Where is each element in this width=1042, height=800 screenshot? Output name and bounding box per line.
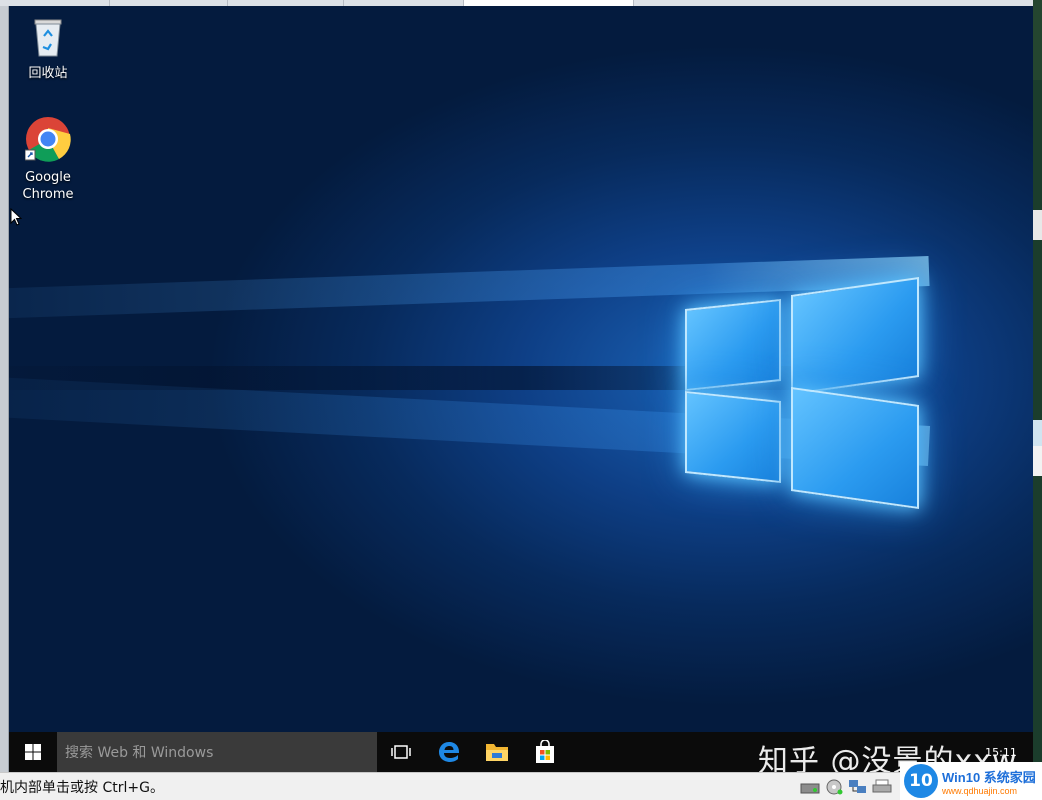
search-placeholder: 搜索 Web 和 Windows	[65, 745, 214, 761]
printer-icon[interactable]	[872, 779, 892, 795]
desktop-icon-chrome[interactable]: Google Chrome	[9, 116, 87, 203]
desktop-icon-label: Google Chrome	[22, 170, 74, 202]
recycle-bin-icon	[9, 14, 87, 63]
status-device-icons	[800, 779, 892, 795]
hard-disk-icon[interactable]	[800, 779, 820, 795]
windows-start-icon	[25, 744, 41, 760]
windows-logo-pane	[685, 390, 781, 484]
windows-logo-pane	[685, 298, 781, 392]
taskbar-search-box[interactable]: 搜索 Web 和 Windows	[57, 732, 377, 772]
windows-logo-pane	[791, 277, 919, 395]
network-adapter-icon[interactable]	[848, 779, 868, 795]
store-icon	[536, 740, 554, 763]
start-button[interactable]	[9, 732, 57, 772]
desktop-icon-recycle-bin[interactable]: 回收站	[9, 14, 87, 82]
edge-button[interactable]	[425, 732, 473, 772]
status-hint: 机内部单击或按 Ctrl+G。	[0, 779, 164, 796]
desktop-icon-label: 回收站	[28, 66, 68, 81]
host-background-window	[1033, 0, 1042, 772]
host-status-bar: 机内部单击或按 Ctrl+G。	[0, 772, 1042, 800]
task-view-icon	[391, 745, 411, 759]
site-logo-badge: 10 Win10 系统家园 www.qdhuajin.com	[900, 762, 1042, 800]
file-explorer-button[interactable]	[473, 732, 521, 772]
store-button[interactable]	[521, 732, 569, 772]
desktop-wallpaper[interactable]: 回收站 Google Chrome	[9, 6, 1033, 732]
site-logo-title: Win10 系统家园	[942, 769, 1036, 785]
cd-drive-icon[interactable]	[824, 779, 844, 795]
file-explorer-icon	[486, 744, 508, 761]
edge-icon	[439, 742, 460, 762]
host-window-left-border	[0, 6, 9, 772]
mouse-cursor-icon	[10, 207, 23, 230]
site-logo-number: 10	[904, 764, 938, 798]
windows-logo-pane	[791, 387, 919, 509]
site-logo-url: www.qdhuajin.com	[942, 785, 1018, 796]
task-view-button[interactable]	[377, 732, 425, 772]
chrome-icon	[9, 116, 87, 167]
